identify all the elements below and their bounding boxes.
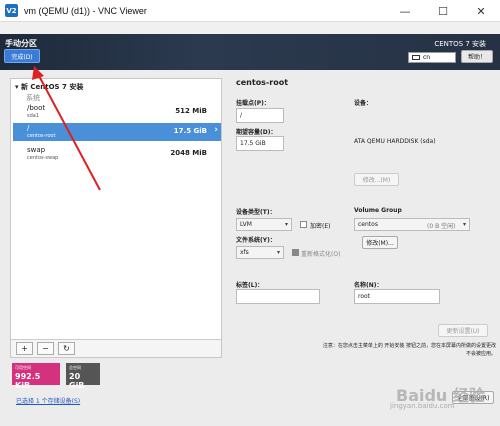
mount-size: 2048 MiB [170,149,207,157]
available-space-value: 992.5 KiB [15,372,41,390]
storage-devices-link[interactable]: 已选择 1 个存储设备(S) [16,396,80,405]
mount-device: centos-root [27,133,56,139]
keyboard-layout-label: cn [423,54,431,61]
baidu-watermark-url: jingyan.baidu.com [390,402,455,410]
mount-size: 512 MiB [175,107,207,115]
window-title: vm (QEMU (d1)) - VNC Viewer [24,5,147,16]
done-button[interactable]: 完成(D) [4,49,40,63]
dropdown-arrow-icon: ▾ [284,221,288,228]
total-space-badge: 总空间 20 GiB [66,363,100,390]
mount-point-label: 挂载点(P)： [236,100,270,107]
update-settings-button[interactable]: 更新设置(U) [438,324,488,337]
dropdown-arrow-icon: ▾ [276,249,280,256]
close-button[interactable]: ✕ [462,0,500,22]
mount-name: /boot [27,104,46,112]
mount-device: sda1 [27,113,40,119]
window-titlebar: V2 vm (QEMU (d1)) - VNC Viewer — ☐ ✕ [0,0,500,22]
mount-name: / [27,124,30,132]
filesystem-value: xfs [240,249,249,256]
mount-size: 17.5 GiB [173,127,207,135]
system-group-label: 系统 [26,94,40,102]
desired-capacity-field[interactable]: 17.5 GiB [236,136,284,151]
vnc-app-icon: V2 [5,4,18,17]
refresh-button[interactable]: ↻ [58,342,75,355]
encrypt-checkbox[interactable] [300,221,307,228]
total-space-label: 总空间 [69,365,81,370]
desired-capacity-label: 期望容量(D)： [236,129,277,136]
keyboard-icon [412,55,420,60]
name-field[interactable]: root [354,289,440,304]
filesystem-label: 文件系统(Y)： [236,237,276,244]
device-type-label: 设备类型(T)： [236,209,276,216]
maximize-button[interactable]: ☐ [424,0,462,22]
mount-item-root[interactable]: / centos-root 17.5 GiB › [13,123,221,141]
add-mount-button[interactable]: + [16,342,33,355]
install-root-label[interactable]: ▾ 新 CentOS 7 安装 [15,82,83,92]
bottom-bar [0,410,500,426]
settings-note: 注意：在您点击主菜单上的 开始安装 按钮之前，您在本屏幕内所做的设置更改不会被应… [322,343,496,357]
help-button[interactable]: 帮助！ [461,50,493,63]
encrypt-label: 加密(E) [310,223,331,230]
remove-mount-button[interactable]: − [37,342,54,355]
modify-device-button[interactable]: 修改...(M) [354,173,399,186]
mount-device: centos-swap [27,155,59,161]
chevron-right-icon: › [214,125,218,135]
available-space-label: 可用空间 [15,365,31,370]
dropdown-arrow-icon: ▾ [462,221,466,228]
device-label: 设备： [354,100,373,107]
volume-group-select[interactable]: centos (0 B 空闲) ▾ [354,218,470,231]
total-space-value: 20 GiB [69,372,85,390]
volume-group-free: (0 B 空闲) [427,223,456,230]
device-type-select[interactable]: LVM ▾ [236,218,292,231]
minimize-button[interactable]: — [386,0,424,22]
partition-title: centos-root [236,78,289,87]
tag-field[interactable] [236,289,320,304]
available-space-badge: 可用空间 992.5 KiB [12,363,60,390]
reformat-checkbox[interactable] [292,249,299,256]
mount-item-swap[interactable]: swap centos-swap 2048 MiB [13,145,221,163]
volume-group-value: centos [358,221,378,228]
reformat-label: 重新格式化(O) [301,251,341,258]
mount-item-boot[interactable]: /boot sda1 512 MiB [13,103,221,121]
filesystem-select[interactable]: xfs ▾ [236,246,284,259]
partition-content: ▾ 新 CentOS 7 安装 系统 /boot sda1 512 MiB / … [0,70,500,410]
volume-group-label: Volume Group [354,207,402,214]
keyboard-layout-indicator[interactable]: cn [408,52,456,63]
device-type-value: LVM [240,221,252,228]
mount-toolbar: + − ↻ [11,339,221,357]
page-title: 手动分区 [5,39,37,48]
mount-point-field[interactable]: / [236,108,284,123]
modify-volume-group-button[interactable]: 修改(M)... [362,236,398,249]
mount-name: swap [27,146,46,154]
product-name: CENTOS 7 安装 [434,40,486,48]
device-name: ATA QEMU HARDDISK (sda) [354,138,436,145]
tag-label: 标签(L)： [236,282,264,289]
name-label: 名称(N)： [354,282,383,289]
mount-point-list: ▾ 新 CentOS 7 安装 系统 /boot sda1 512 MiB / … [10,78,222,358]
